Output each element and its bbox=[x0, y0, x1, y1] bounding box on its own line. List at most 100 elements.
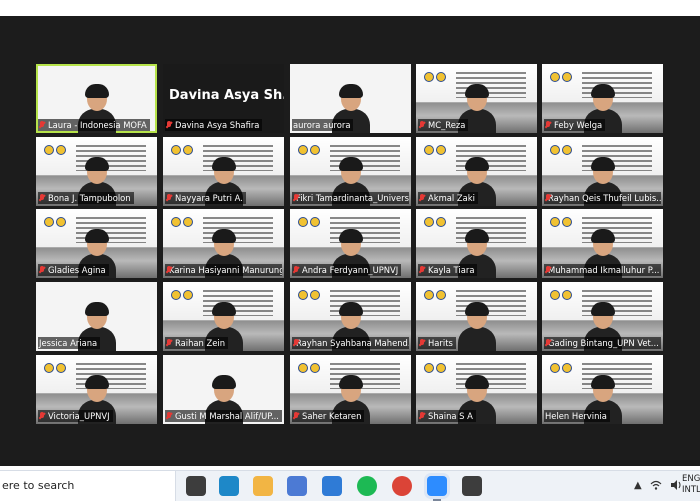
taskbar-search-box[interactable]: ere to search bbox=[0, 471, 176, 501]
participant-tile[interactable]: Karina Hasiyanni Manurung bbox=[163, 209, 284, 278]
mic-muted-icon bbox=[39, 412, 45, 420]
chrome-icon[interactable] bbox=[392, 476, 412, 496]
participant-name-label: Kayla Tiara bbox=[418, 264, 478, 276]
participant-name-label: Karina Hasiyanni Manurung bbox=[165, 264, 282, 276]
university-logo-icon bbox=[424, 72, 434, 82]
participant-name: Davina Asya Shafira bbox=[175, 120, 260, 130]
mic-muted-icon bbox=[166, 194, 172, 202]
mic-muted-icon bbox=[419, 412, 425, 420]
participant-tile[interactable]: Andra Ferdyann_UPNVJ bbox=[290, 209, 411, 278]
participant-tile[interactable]: Harits bbox=[416, 282, 537, 351]
mail-icon[interactable] bbox=[322, 476, 342, 496]
edge-browser-icon[interactable] bbox=[219, 476, 239, 496]
participant-tile[interactable]: Helen Hervinia bbox=[542, 355, 663, 424]
university-logo-icon bbox=[424, 290, 434, 300]
participant-name-label: MC_Reza bbox=[418, 119, 469, 131]
store-icon[interactable] bbox=[287, 476, 307, 496]
university-logo-icon bbox=[550, 217, 560, 227]
participant-tile[interactable]: Jessica Ariana bbox=[36, 282, 157, 351]
university-logo-icon bbox=[298, 290, 308, 300]
mic-muted-icon bbox=[419, 266, 425, 274]
university-logo-icon bbox=[310, 217, 320, 227]
university-logo-icon bbox=[310, 363, 320, 373]
participant-tile[interactable]: Fikri Tamardinanta_Univers... bbox=[290, 137, 411, 206]
participant-tile[interactable]: Gusti M Marshal Alif/UP... bbox=[163, 355, 284, 424]
participant-name: Rayhan Syahbana Mahend... bbox=[296, 338, 409, 348]
participant-name: Laura - Indonesia MOFA bbox=[48, 120, 147, 130]
university-logo-icon bbox=[436, 290, 446, 300]
participant-tile[interactable]: Muhammad Ikmalluhur P... bbox=[542, 209, 663, 278]
speaker-icon[interactable] bbox=[670, 479, 682, 491]
participant-tile[interactable]: MC_Reza bbox=[416, 64, 537, 133]
university-logo-icon bbox=[310, 145, 320, 155]
university-logo-icon bbox=[550, 363, 560, 373]
university-logo-icon bbox=[550, 72, 560, 82]
participant-tile[interactable]: Kayla Tiara bbox=[416, 209, 537, 278]
participant-name: Bona J. Tampubolon bbox=[48, 193, 131, 203]
file-explorer-icon[interactable] bbox=[253, 476, 273, 496]
spotify-icon[interactable] bbox=[357, 476, 377, 496]
participant-tile[interactable]: Laura - Indonesia MOFA bbox=[36, 64, 157, 133]
language-code: ENG bbox=[682, 474, 700, 484]
participant-name: Gusti M Marshal Alif/UP... bbox=[175, 411, 279, 421]
university-logo-icon bbox=[44, 363, 54, 373]
participant-name-label: Jessica Ariana bbox=[38, 337, 101, 349]
participant-name: Victoria_UPNVJ bbox=[48, 411, 110, 421]
chevron-up-icon[interactable]: ▲ bbox=[634, 480, 642, 491]
participant-name-label: Gusti M Marshal Alif/UP... bbox=[165, 410, 282, 422]
participant-name-label: Rayhan Qeis Thufeil Lubis... bbox=[544, 192, 661, 204]
zoom-icon[interactable] bbox=[427, 476, 447, 501]
participant-tile[interactable]: Akmal Zaki bbox=[416, 137, 537, 206]
participant-tile[interactable]: Gladies Agina bbox=[36, 209, 157, 278]
wifi-icon[interactable] bbox=[650, 479, 662, 491]
participant-tile[interactable]: Davina Asya Sh... Davina Asya Shafira bbox=[163, 64, 284, 133]
participant-name-label: Saher Ketaren bbox=[292, 410, 365, 422]
participant-tile[interactable]: aurora aurora bbox=[290, 64, 411, 133]
participant-name: Rayhan Qeis Thufeil Lubis... bbox=[548, 193, 661, 203]
participant-tile[interactable]: Rayhan Syahbana Mahend... bbox=[290, 282, 411, 351]
university-logo-icon bbox=[562, 290, 572, 300]
university-logo-icon bbox=[298, 145, 308, 155]
participant-name-label: Gladies Agina bbox=[38, 264, 109, 276]
participant-tile[interactable]: Shaina S A bbox=[416, 355, 537, 424]
mic-muted-icon bbox=[419, 194, 425, 202]
participant-name-label: Helen Hervinia bbox=[544, 410, 610, 422]
participant-tile[interactable]: Rayhan Qeis Thufeil Lubis... bbox=[542, 137, 663, 206]
participant-name: Saher Ketaren bbox=[302, 411, 362, 421]
university-logo-icon bbox=[171, 217, 181, 227]
university-logo-icon bbox=[436, 72, 446, 82]
participant-name: Helen Hervinia bbox=[545, 411, 607, 421]
participant-name-label: Feby Welga bbox=[544, 119, 606, 131]
participant-tile[interactable]: Gading Bintang_UPN Vet... bbox=[542, 282, 663, 351]
mic-muted-icon bbox=[39, 121, 45, 129]
participant-name: Nayyara Putri A. bbox=[175, 193, 243, 203]
participant-tile[interactable]: Victoria_UPNVJ bbox=[36, 355, 157, 424]
university-logo-icon bbox=[171, 290, 181, 300]
input-language-indicator[interactable]: ENG INTL bbox=[682, 474, 700, 496]
participant-name-display: Davina Asya Sh... bbox=[169, 88, 284, 103]
participant-tile[interactable]: Feby Welga bbox=[542, 64, 663, 133]
participant-name-label: Laura - Indonesia MOFA bbox=[38, 119, 150, 131]
participant-video bbox=[457, 302, 496, 351]
university-logo-icon bbox=[183, 145, 193, 155]
university-logo-icon bbox=[424, 363, 434, 373]
university-logo-icon bbox=[298, 363, 308, 373]
participant-tile[interactable]: Raihan Zein bbox=[163, 282, 284, 351]
participant-name: MC_Reza bbox=[428, 120, 466, 130]
mic-muted-icon bbox=[166, 339, 172, 347]
participant-name-label: Bona J. Tampubolon bbox=[38, 192, 134, 204]
mic-muted-icon bbox=[166, 121, 172, 129]
participant-name-label: Nayyara Putri A. bbox=[165, 192, 246, 204]
participant-name: Kayla Tiara bbox=[428, 265, 475, 275]
mic-muted-icon bbox=[419, 339, 425, 347]
participant-name-label: Gading Bintang_UPN Vet... bbox=[544, 337, 661, 349]
mic-muted-icon bbox=[419, 121, 425, 129]
participant-name: Gladies Agina bbox=[48, 265, 106, 275]
participant-tile[interactable]: Nayyara Putri A. bbox=[163, 137, 284, 206]
university-logo-icon bbox=[44, 145, 54, 155]
settings-gear-icon[interactable] bbox=[462, 476, 482, 496]
task-view-icon[interactable] bbox=[186, 476, 206, 496]
participant-name-label: Andra Ferdyann_UPNVJ bbox=[292, 264, 402, 276]
participant-tile[interactable]: Bona J. Tampubolon bbox=[36, 137, 157, 206]
participant-tile[interactable]: Saher Ketaren bbox=[290, 355, 411, 424]
